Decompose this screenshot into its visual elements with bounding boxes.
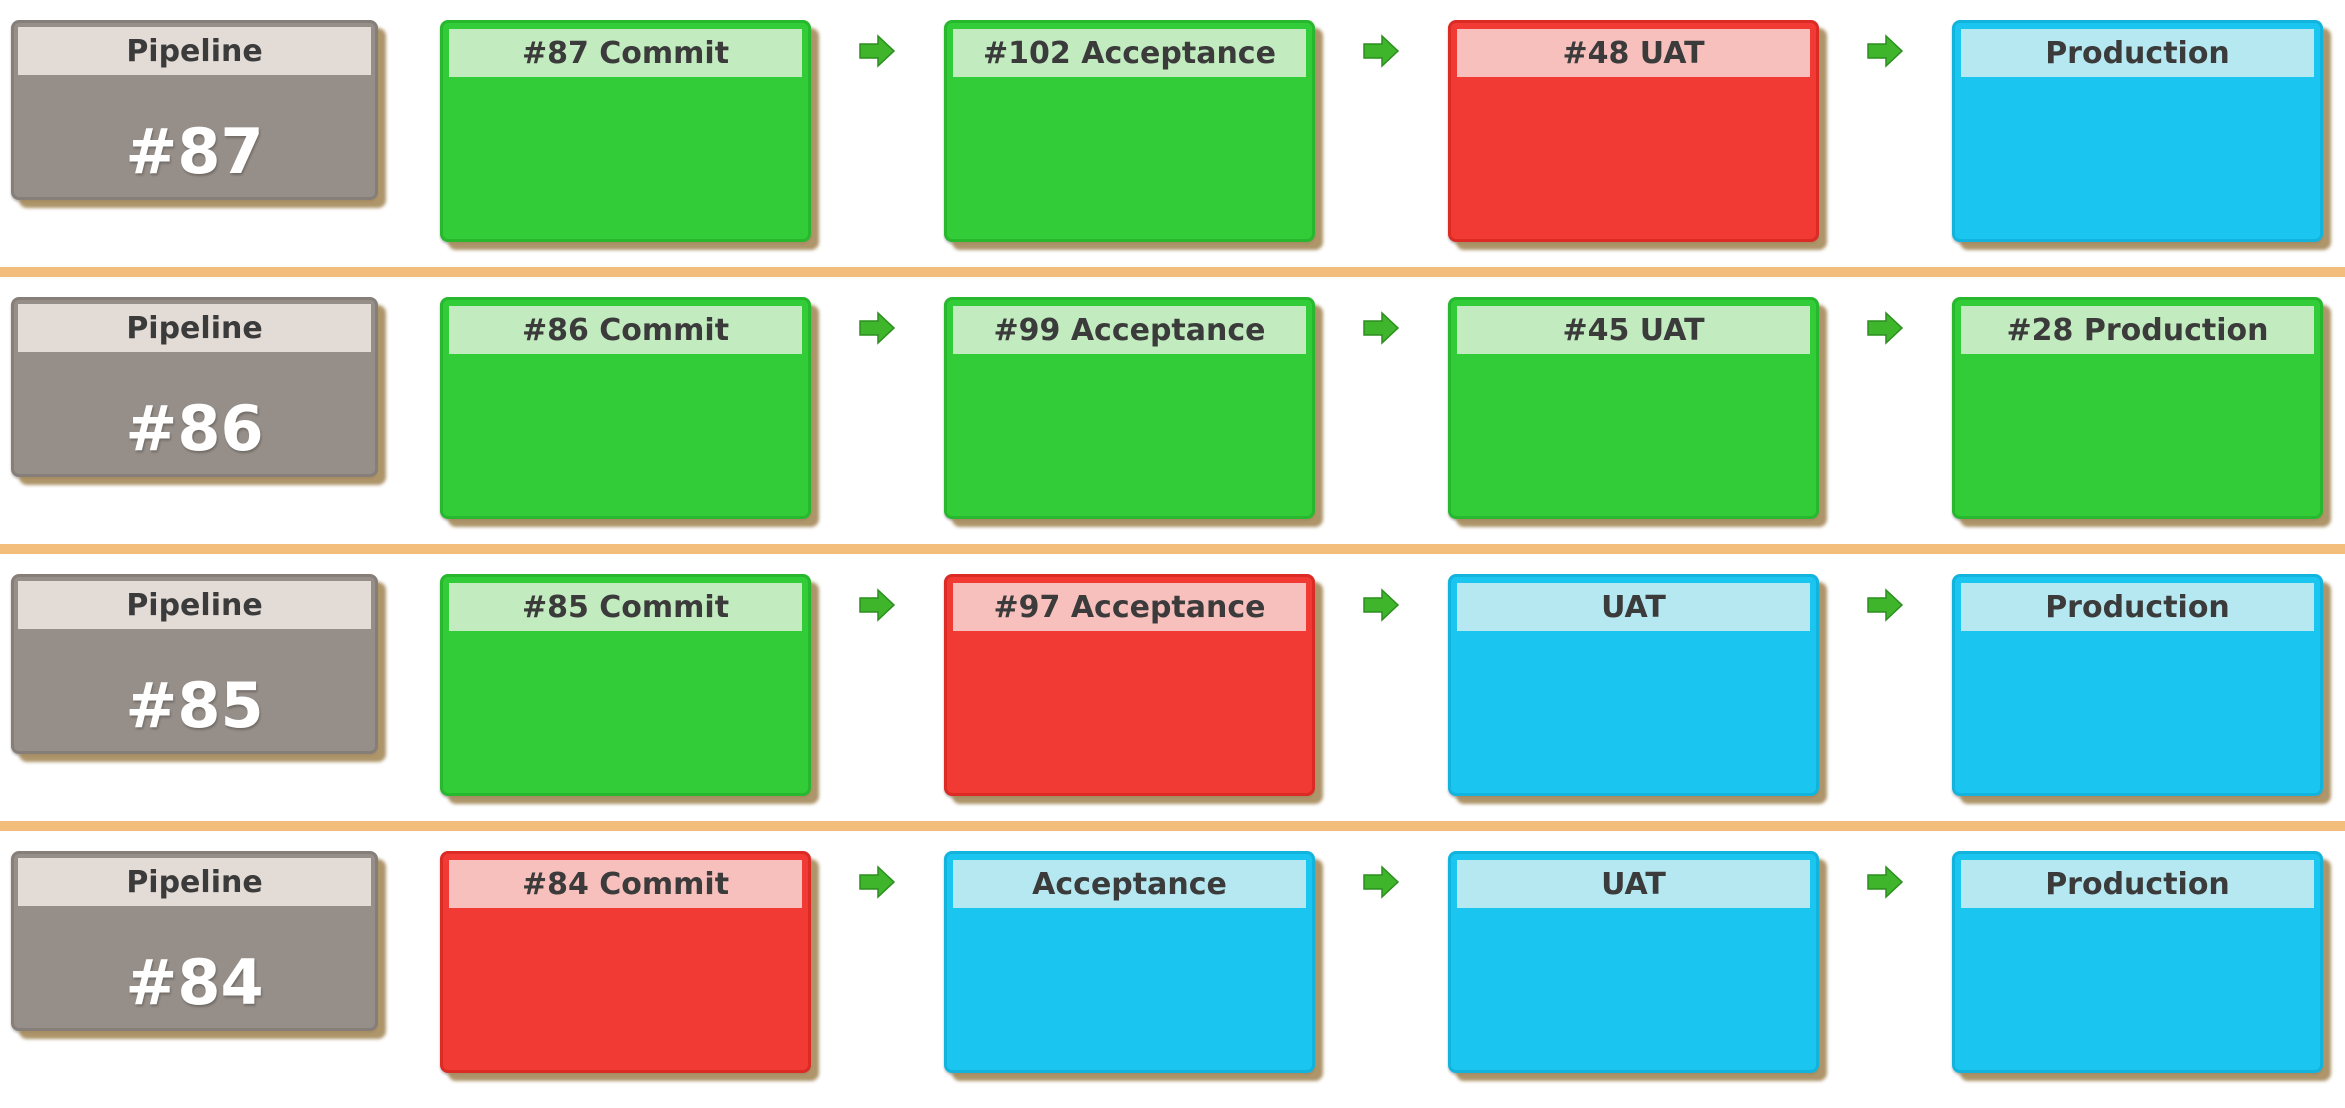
arrow-right-icon: [1867, 311, 1904, 345]
pipeline-row-86: Pipeline #86 #86 Commit #99 Acceptance #…: [0, 277, 2345, 554]
pipeline-row-87: Pipeline #87 #87 Commit #102 Acceptance …: [0, 0, 2345, 277]
pipeline-number: #85: [125, 669, 264, 742]
pipeline-number: #86: [125, 392, 264, 465]
stage-acceptance[interactable]: #99 Acceptance: [944, 297, 1315, 519]
arrow-right-icon: [1363, 311, 1400, 345]
stage-uat[interactable]: #48 UAT: [1448, 20, 1819, 242]
stage-label: #84 Commit: [449, 860, 802, 908]
stage-label: #28 Production: [1961, 306, 2314, 354]
pipeline-card[interactable]: Pipeline #86: [11, 297, 378, 477]
stage-label: UAT: [1457, 583, 1810, 631]
stage-label: #86 Commit: [449, 306, 802, 354]
stage-commit[interactable]: #86 Commit: [440, 297, 811, 519]
stage-label: UAT: [1457, 860, 1810, 908]
stage-commit[interactable]: #84 Commit: [440, 851, 811, 1073]
arrow-right-icon: [859, 34, 896, 68]
arrow-right-icon: [1363, 34, 1400, 68]
pipeline-card-label: Pipeline: [18, 858, 371, 906]
pipeline-card-label: Pipeline: [18, 27, 371, 75]
pipeline-card-label: Pipeline: [18, 304, 371, 352]
stage-label: Acceptance: [953, 860, 1306, 908]
arrow-right-icon: [1363, 588, 1400, 622]
stage-uat[interactable]: UAT: [1448, 851, 1819, 1073]
arrow-right-icon: [1867, 865, 1904, 899]
pipeline-number: #87: [125, 115, 264, 188]
stage-label: Production: [1961, 860, 2314, 908]
stage-production[interactable]: #28 Production: [1952, 297, 2323, 519]
stage-label: #87 Commit: [449, 29, 802, 77]
stage-label: #48 UAT: [1457, 29, 1810, 77]
stage-production[interactable]: Production: [1952, 851, 2323, 1073]
stage-label: #45 UAT: [1457, 306, 1810, 354]
stage-label: Production: [1961, 583, 2314, 631]
stage-label: #99 Acceptance: [953, 306, 1306, 354]
arrow-right-icon: [859, 865, 896, 899]
stage-commit[interactable]: #87 Commit: [440, 20, 811, 242]
pipeline-board: Pipeline #87 #87 Commit #102 Acceptance …: [0, 0, 2345, 1098]
pipeline-card[interactable]: Pipeline #87: [11, 20, 378, 200]
row-divider: [0, 821, 2345, 831]
arrow-right-icon: [1867, 34, 1904, 68]
arrow-right-icon: [859, 311, 896, 345]
stage-label: #97 Acceptance: [953, 583, 1306, 631]
arrow-right-icon: [859, 588, 896, 622]
arrow-right-icon: [1867, 588, 1904, 622]
stage-acceptance[interactable]: #97 Acceptance: [944, 574, 1315, 796]
stage-uat[interactable]: UAT: [1448, 574, 1819, 796]
stage-label: Production: [1961, 29, 2314, 77]
pipeline-row-85: Pipeline #85 #85 Commit #97 Acceptance U…: [0, 554, 2345, 831]
row-divider: [0, 267, 2345, 277]
stage-acceptance[interactable]: #102 Acceptance: [944, 20, 1315, 242]
stage-production[interactable]: Production: [1952, 574, 2323, 796]
pipeline-card-label: Pipeline: [18, 581, 371, 629]
stage-acceptance[interactable]: Acceptance: [944, 851, 1315, 1073]
row-divider: [0, 544, 2345, 554]
arrow-right-icon: [1363, 865, 1400, 899]
stage-label: #102 Acceptance: [953, 29, 1306, 77]
pipeline-card[interactable]: Pipeline #85: [11, 574, 378, 754]
pipeline-row-84: Pipeline #84 #84 Commit Acceptance UAT P…: [0, 831, 2345, 1108]
stage-label: #85 Commit: [449, 583, 802, 631]
stage-production[interactable]: Production: [1952, 20, 2323, 242]
pipeline-card[interactable]: Pipeline #84: [11, 851, 378, 1031]
pipeline-number: #84: [125, 946, 264, 1019]
stage-uat[interactable]: #45 UAT: [1448, 297, 1819, 519]
stage-commit[interactable]: #85 Commit: [440, 574, 811, 796]
